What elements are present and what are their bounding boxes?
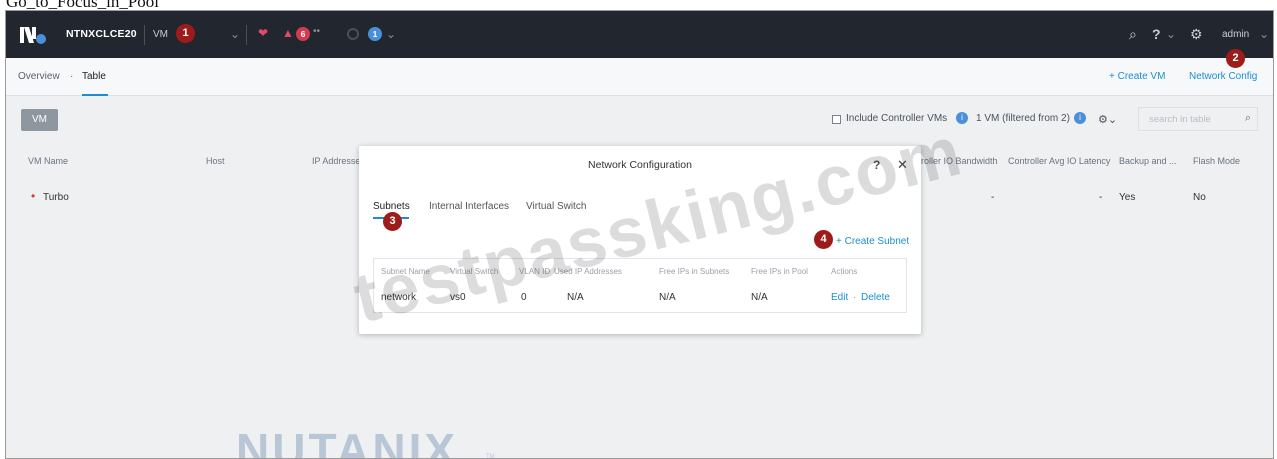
chevron-down-icon[interactable]: ⌄ bbox=[386, 27, 396, 41]
column-header-backup[interactable]: Backup and ... bbox=[1119, 156, 1177, 166]
column-header-free-ips-pool: Free IPs in Pool bbox=[751, 267, 808, 276]
column-header-actions: Actions bbox=[831, 267, 858, 276]
search-icon[interactable]: ⌕ bbox=[1245, 112, 1251, 125]
column-header-vm-name[interactable]: VM Name bbox=[28, 156, 68, 166]
tasks-ring-icon[interactable] bbox=[347, 28, 359, 40]
alerts-bell-icon[interactable]: ▲ bbox=[282, 26, 294, 40]
column-header-ip-addresses[interactable]: IP Addresses bbox=[312, 156, 365, 166]
include-controller-checkbox[interactable] bbox=[832, 115, 841, 124]
info-icon[interactable]: i bbox=[1074, 112, 1086, 124]
vm-filter-button[interactable]: VM bbox=[21, 109, 58, 131]
vm-name-cell[interactable]: Turbo bbox=[43, 192, 69, 203]
view-subheader: Overview · Table + Create VM Network Con… bbox=[6, 58, 1273, 96]
search-input[interactable]: search in table ⌕ bbox=[1138, 107, 1258, 131]
cluster-name[interactable]: NTNXCLCE20 bbox=[66, 28, 137, 40]
vm-power-status-icon: • bbox=[31, 189, 36, 203]
nutanix-logo-icon bbox=[20, 27, 46, 44]
search-icon[interactable]: ⌕ bbox=[1129, 26, 1137, 43]
user-menu[interactable]: admin bbox=[1222, 29, 1249, 40]
step-marker-1: 1 bbox=[176, 24, 195, 43]
help-icon[interactable]: ? bbox=[1152, 26, 1161, 42]
edit-link[interactable]: Edit bbox=[831, 292, 848, 303]
divider bbox=[246, 25, 247, 45]
chevron-down-icon[interactable]: ⌄ bbox=[1259, 27, 1269, 41]
column-header-host[interactable]: Host bbox=[206, 156, 225, 166]
chevron-down-icon[interactable]: ⌄ bbox=[1166, 27, 1176, 41]
table-settings-gear-icon[interactable]: ⚙⌄ bbox=[1098, 113, 1117, 126]
network-config-link[interactable]: Network Config bbox=[1189, 71, 1257, 82]
task-count-badge[interactable]: 1 bbox=[368, 27, 382, 41]
latency-cell: - bbox=[1099, 192, 1103, 203]
top-navigation-bar: NTNXCLCE20 VM 1 ⌄ ❤ ▲ 6 •• 1 ⌄ ⌕ ? ⌄ ⚙ a… bbox=[6, 11, 1273, 58]
prism-window: NTNXCLCE20 VM 1 ⌄ ❤ ▲ 6 •• 1 ⌄ ⌕ ? ⌄ ⚙ a… bbox=[5, 10, 1274, 459]
free-ips-subnets-cell: N/A bbox=[659, 292, 676, 303]
tab-overview[interactable]: Overview bbox=[18, 71, 60, 82]
chevron-down-icon[interactable]: ⌄ bbox=[230, 27, 240, 41]
brand-watermark: NUTANIX bbox=[236, 424, 459, 459]
step-marker-4: 4 bbox=[814, 230, 833, 249]
tab-internal-interfaces[interactable]: Internal Interfaces bbox=[429, 201, 509, 212]
used-ips-cell: N/A bbox=[567, 292, 584, 303]
health-heart-icon[interactable]: ❤ bbox=[258, 26, 268, 40]
bandwidth-cell: - bbox=[991, 192, 995, 203]
create-subnet-link[interactable]: + Create Subnet bbox=[836, 236, 909, 247]
alert-count-badge[interactable]: 6 bbox=[296, 27, 310, 41]
tab-subnets[interactable]: Subnets bbox=[373, 201, 410, 212]
step-marker-2: 2 bbox=[1226, 49, 1245, 68]
info-icon[interactable]: i bbox=[956, 112, 968, 124]
active-tab-indicator bbox=[82, 94, 108, 96]
create-vm-link[interactable]: + Create VM bbox=[1109, 71, 1165, 82]
action-separator: · bbox=[853, 292, 857, 303]
breadcrumb-separator: · bbox=[70, 71, 74, 82]
divider bbox=[144, 25, 145, 45]
column-header-flash-mode[interactable]: Flash Mode bbox=[1193, 156, 1240, 166]
delete-link[interactable]: Delete bbox=[861, 292, 890, 303]
vm-menu[interactable]: VM bbox=[153, 29, 168, 40]
column-header-controller-latency[interactable]: Controller Avg IO Latency bbox=[1008, 156, 1110, 166]
step-marker-3: 3 bbox=[383, 212, 402, 231]
backup-cell: Yes bbox=[1119, 192, 1136, 203]
free-ips-pool-cell: N/A bbox=[751, 292, 768, 303]
search-placeholder: search in table bbox=[1149, 114, 1211, 125]
more-dots-icon[interactable]: •• bbox=[313, 26, 320, 37]
flash-mode-cell: No bbox=[1193, 192, 1206, 203]
trademark-mark: TM bbox=[486, 454, 495, 459]
gear-icon[interactable]: ⚙ bbox=[1190, 26, 1203, 43]
vm-count-text: 1 VM (filtered from 2) bbox=[976, 113, 1070, 124]
tab-table[interactable]: Table bbox=[82, 71, 106, 82]
column-header-free-ips-subnets: Free IPs in Subnets bbox=[659, 267, 730, 276]
